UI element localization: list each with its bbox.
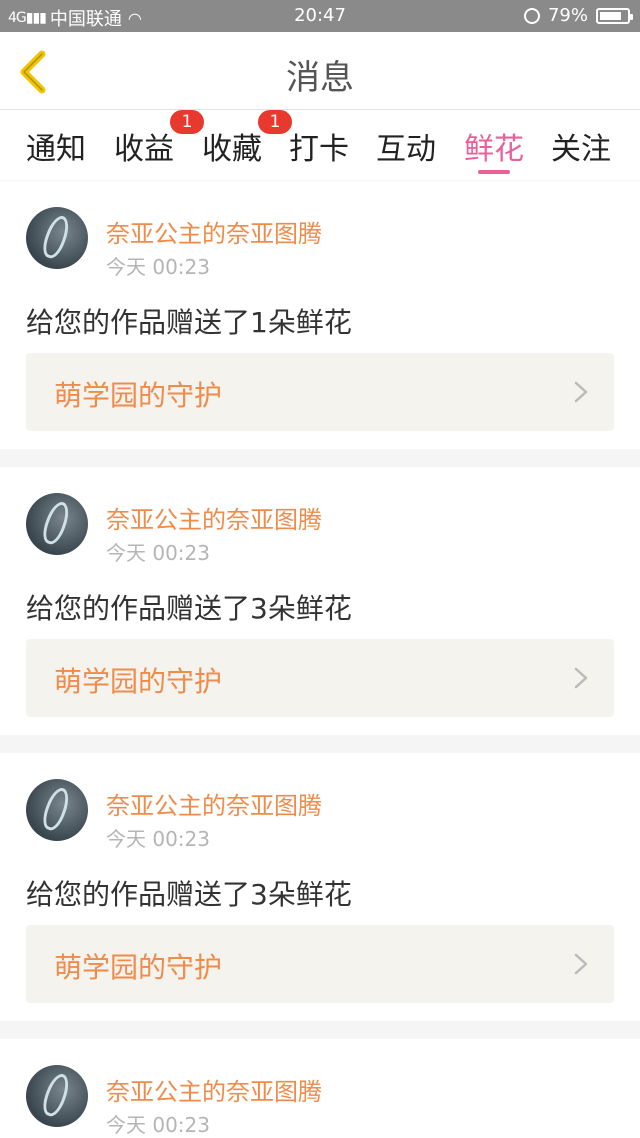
message-card: 奈亚公主的奈亚图腾 今天 00:23 给您的作品赠送了3朵鲜花 萌学园的守护 (0, 753, 640, 1021)
message-text: 给您的作品赠送了3朵鲜花 (26, 878, 352, 911)
tab-label: 收藏 (202, 132, 262, 167)
message-text: 给您的作品赠送了1朵鲜花 (26, 306, 352, 339)
chevron-right-icon (574, 953, 588, 975)
work-title: 萌学园的守护 (54, 665, 223, 698)
work-link[interactable]: 萌学园的守护 (26, 925, 614, 1003)
work-link[interactable]: 萌学园的守护 (26, 353, 614, 431)
nav-bar: 消息 (0, 32, 640, 110)
tab-label: 关注 (551, 132, 611, 167)
sender-name[interactable]: 奈亚公主的奈亚图腾 (106, 786, 322, 821)
unread-badge: 1 (258, 110, 292, 134)
leaf-icon (39, 784, 73, 834)
tab-favorites[interactable]: 收藏 1 (202, 110, 292, 168)
message-time: 今天 00:23 (106, 1113, 210, 1137)
sender-name[interactable]: 奈亚公主的奈亚图腾 (106, 1072, 322, 1107)
page-title: 消息 (286, 58, 354, 98)
avatar[interactable] (26, 779, 88, 841)
message-card: 奈亚公主的奈亚图腾 今天 00:23 (0, 1039, 640, 1138)
chevron-right-icon (574, 381, 588, 403)
avatar[interactable] (26, 493, 88, 555)
leaf-icon (39, 498, 73, 548)
battery-icon (596, 7, 633, 24)
chevron-right-icon (574, 667, 588, 689)
battery-percent: 79% (547, 5, 588, 26)
work-title: 萌学园的守护 (54, 951, 223, 984)
leaf-icon (39, 212, 73, 262)
message-card: 奈亚公主的奈亚图腾 今天 00:23 给您的作品赠送了1朵鲜花 萌学园的守护 (0, 181, 640, 449)
work-link[interactable]: 萌学园的守护 (26, 639, 614, 717)
tab-interactions[interactable]: 互动 (376, 124, 436, 168)
tab-label: 互动 (376, 132, 436, 167)
avatar[interactable] (26, 1065, 88, 1127)
tab-label: 通知 (26, 132, 86, 167)
message-time: 今天 00:23 (106, 541, 210, 565)
message-card: 奈亚公主的奈亚图腾 今天 00:23 给您的作品赠送了3朵鲜花 萌学园的守护 (0, 467, 640, 735)
status-right: 79% (523, 5, 633, 26)
tab-checkin[interactable]: 打卡 (289, 124, 349, 168)
sender-name[interactable]: 奈亚公主的奈亚图腾 (106, 214, 322, 249)
sender-name[interactable]: 奈亚公主的奈亚图腾 (106, 500, 322, 535)
message-time: 今天 00:23 (106, 827, 210, 851)
alarm-icon (523, 7, 540, 24)
tab-label: 打卡 (289, 132, 349, 167)
battery-fill (600, 11, 621, 20)
tab-label: 鲜花 (464, 132, 524, 167)
work-title: 萌学园的守护 (54, 379, 223, 412)
tab-bar: 通知 收益 1 收藏 1 打卡 互动 鲜花 关注 (0, 110, 640, 180)
message-time: 今天 00:23 (106, 255, 210, 279)
active-tab-indicator (478, 170, 510, 174)
tab-earnings[interactable]: 收益 1 (114, 110, 204, 168)
avatar[interactable] (26, 207, 88, 269)
message-text: 给您的作品赠送了3朵鲜花 (26, 592, 352, 625)
status-bar: 4G▮▮▮ 中国联通 ◠ 20:47 79% (0, 0, 640, 32)
tab-label: 收益 (114, 132, 174, 167)
tab-notifications[interactable]: 通知 (26, 124, 86, 168)
tab-follows[interactable]: 关注 (551, 124, 611, 168)
leaf-icon (39, 1070, 73, 1120)
unread-badge: 1 (170, 110, 204, 134)
tab-flowers[interactable]: 鲜花 (464, 124, 524, 174)
